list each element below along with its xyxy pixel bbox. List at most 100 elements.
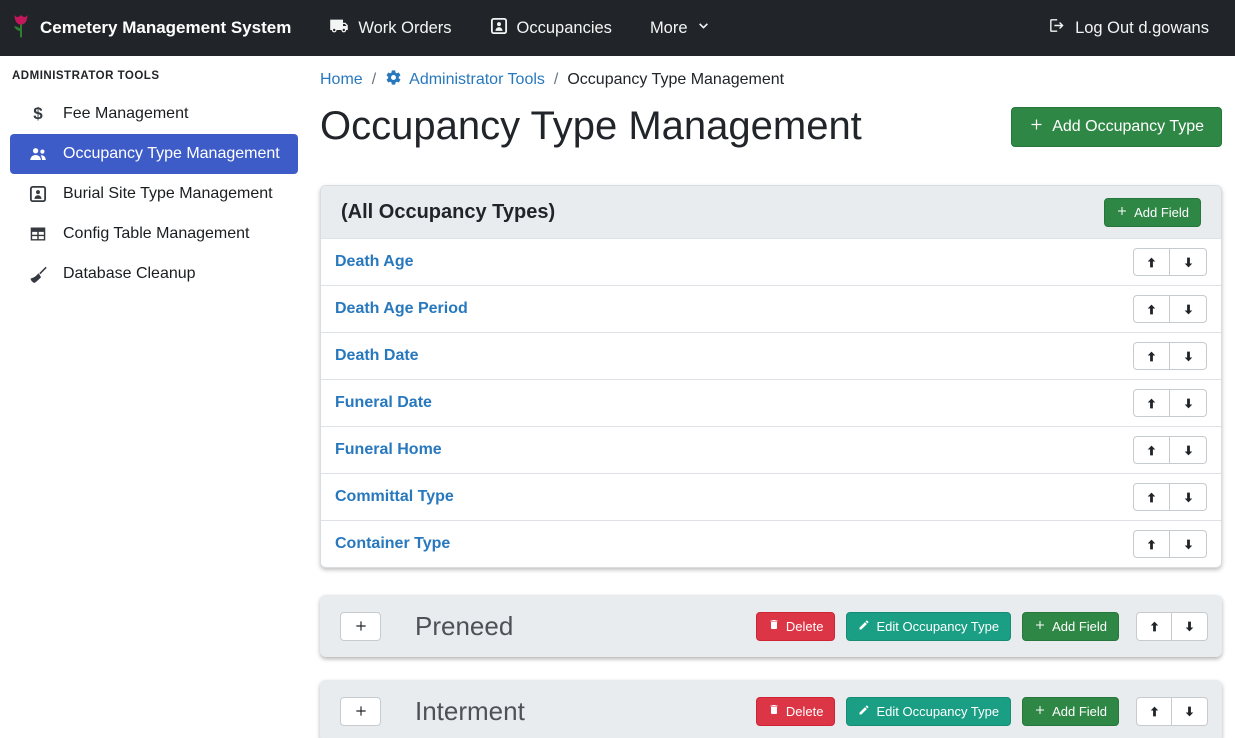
gear-icon	[385, 69, 402, 91]
add-field-label: Add Field	[1052, 619, 1107, 634]
main-content: Home / Administrator Tools / Occupancy T…	[308, 56, 1235, 738]
move-up-button[interactable]	[1136, 697, 1172, 726]
add-occupancy-type-button[interactable]: Add Occupancy Type	[1011, 107, 1222, 147]
move-up-button[interactable]	[1133, 389, 1170, 417]
move-up-button[interactable]	[1133, 530, 1170, 558]
move-down-button[interactable]	[1170, 483, 1207, 511]
reorder-buttons	[1136, 612, 1208, 641]
sidebar-item-label: Config Table Management	[63, 225, 250, 243]
add-field-button[interactable]: Add Field	[1022, 612, 1119, 641]
sidebar-item-database-cleanup[interactable]: Database Cleanup	[10, 254, 298, 294]
pencil-icon	[858, 704, 870, 719]
edit-occupancy-type-label: Edit Occupancy Type	[876, 619, 999, 634]
expand-button[interactable]	[340, 697, 381, 726]
reorder-buttons	[1133, 436, 1207, 464]
broom-icon	[26, 266, 50, 283]
field-row: Death Age	[321, 238, 1221, 285]
nav-occupancies[interactable]: Occupancies	[490, 17, 612, 40]
sidebar-item-label: Database Cleanup	[63, 265, 196, 283]
field-link[interactable]: Funeral Date	[335, 394, 432, 412]
delete-button[interactable]: Delete	[756, 697, 836, 726]
sidebar: Administrator Tools $ Fee Management Occ…	[0, 56, 308, 738]
person-frame-icon	[490, 17, 508, 40]
nav-work-orders[interactable]: Work Orders	[329, 18, 451, 39]
delete-label: Delete	[786, 704, 824, 719]
all-occupancy-types-header: (All Occupancy Types) Add Field	[321, 186, 1221, 238]
breadcrumb: Home / Administrator Tools / Occupancy T…	[320, 68, 1222, 92]
field-link[interactable]: Death Age	[335, 253, 414, 271]
move-up-button[interactable]	[1136, 612, 1172, 641]
arrow-down-icon	[1182, 397, 1195, 410]
field-link[interactable]: Container Type	[335, 535, 450, 553]
section-preneed: Preneed Delete Edit Occupancy Type Add F…	[320, 595, 1222, 657]
move-down-button[interactable]	[1170, 295, 1207, 323]
field-link[interactable]: Death Age Period	[335, 300, 468, 318]
arrow-down-icon	[1183, 620, 1196, 633]
move-up-button[interactable]	[1133, 483, 1170, 511]
field-link[interactable]: Death Date	[335, 347, 419, 365]
trash-icon	[768, 703, 780, 719]
move-down-button[interactable]	[1170, 248, 1207, 276]
move-down-button[interactable]	[1170, 389, 1207, 417]
dollar-icon: $	[26, 104, 50, 124]
arrow-up-icon	[1145, 350, 1158, 363]
reorder-buttons	[1133, 342, 1207, 370]
field-row: Death Age Period	[321, 285, 1221, 332]
all-occupancy-types-card: (All Occupancy Types) Add Field Death Ag…	[320, 185, 1222, 568]
move-up-button[interactable]	[1133, 248, 1170, 276]
edit-occupancy-type-button[interactable]: Edit Occupancy Type	[846, 612, 1011, 641]
arrow-up-icon	[1148, 620, 1161, 633]
sidebar-item-config-table-management[interactable]: Config Table Management	[10, 214, 298, 254]
move-down-button[interactable]	[1170, 342, 1207, 370]
section-actions: Delete Edit Occupancy Type Add Field	[756, 612, 1208, 641]
add-field-button[interactable]: Add Field	[1104, 198, 1201, 227]
users-icon	[26, 146, 50, 162]
plus-icon	[1116, 205, 1128, 220]
move-down-button[interactable]	[1170, 436, 1207, 464]
move-up-button[interactable]	[1133, 436, 1170, 464]
plus-icon	[1029, 117, 1044, 137]
sidebar-item-fee-management[interactable]: $ Fee Management	[10, 94, 298, 134]
field-row: Committal Type	[321, 473, 1221, 520]
arrow-up-icon	[1145, 538, 1158, 551]
sidebar-item-burial-site-type-management[interactable]: Burial Site Type Management	[10, 174, 298, 214]
reorder-buttons	[1133, 389, 1207, 417]
field-row: Funeral Home	[321, 426, 1221, 473]
arrow-down-icon	[1182, 491, 1195, 504]
arrow-up-icon	[1145, 303, 1158, 316]
nav-more-label: More	[650, 19, 688, 38]
delete-button[interactable]: Delete	[756, 612, 836, 641]
breadcrumb-separator: /	[554, 71, 558, 89]
move-down-button[interactable]	[1172, 612, 1208, 641]
reorder-buttons	[1133, 483, 1207, 511]
section-title: Preneed	[415, 611, 756, 642]
logout-button[interactable]: Log Out d.gowans	[1047, 17, 1209, 39]
section-title: Interment	[415, 696, 756, 727]
field-link[interactable]: Funeral Home	[335, 441, 442, 459]
nav-work-orders-label: Work Orders	[358, 19, 451, 38]
expand-button[interactable]	[340, 612, 381, 641]
sidebar-item-label: Occupancy Type Management	[63, 145, 280, 163]
breadcrumb-separator: /	[372, 71, 376, 89]
breadcrumb-home-link[interactable]: Home	[320, 71, 363, 89]
sidebar-item-occupancy-type-management[interactable]: Occupancy Type Management	[10, 134, 298, 174]
move-up-button[interactable]	[1133, 295, 1170, 323]
logout-label: Log Out d.gowans	[1075, 19, 1209, 38]
add-field-label: Add Field	[1134, 205, 1189, 220]
edit-occupancy-type-button[interactable]: Edit Occupancy Type	[846, 697, 1011, 726]
nav-more[interactable]: More	[650, 19, 710, 38]
arrow-up-icon	[1145, 491, 1158, 504]
edit-occupancy-type-label: Edit Occupancy Type	[876, 704, 999, 719]
field-row: Container Type	[321, 520, 1221, 567]
move-down-button[interactable]	[1172, 697, 1208, 726]
move-up-button[interactable]	[1133, 342, 1170, 370]
plus-icon	[1034, 619, 1046, 634]
move-down-button[interactable]	[1170, 530, 1207, 558]
field-link[interactable]: Committal Type	[335, 488, 454, 506]
card-title: (All Occupancy Types)	[341, 201, 555, 224]
app-brand[interactable]: Cemetery Management System	[10, 12, 291, 44]
breadcrumb-admin-tools-label: Administrator Tools	[409, 71, 545, 89]
breadcrumb-admin-tools-link[interactable]: Administrator Tools	[385, 69, 545, 91]
add-field-button[interactable]: Add Field	[1022, 697, 1119, 726]
trash-icon	[768, 618, 780, 634]
